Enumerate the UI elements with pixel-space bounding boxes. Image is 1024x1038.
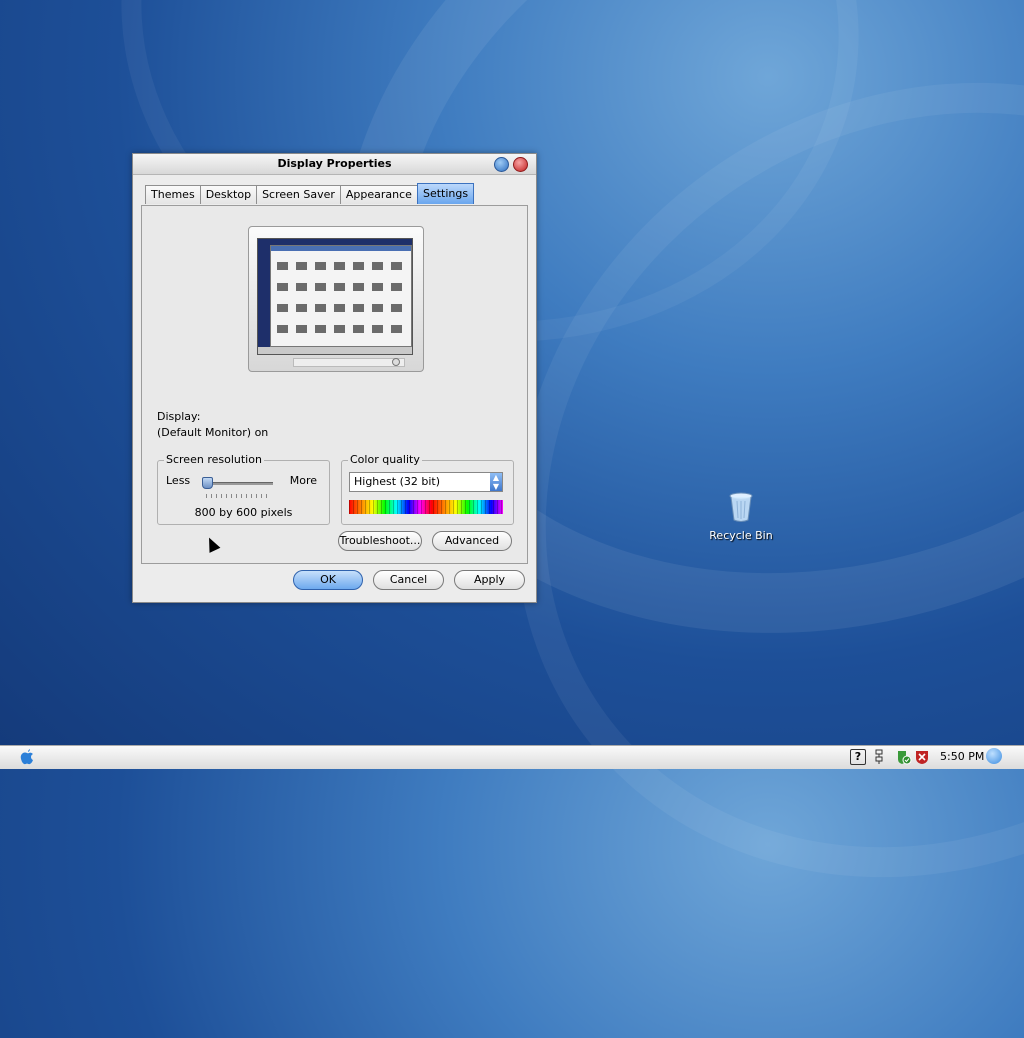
troubleshoot-button[interactable]: Troubleshoot... [338, 531, 422, 551]
preview-thumbnail [334, 262, 345, 270]
preview-thumbnail [315, 304, 326, 312]
preview-thumbnail [315, 262, 326, 270]
resolution-value: 800 by 600 pixels [194, 506, 293, 519]
preview-thumbnail [372, 262, 383, 270]
preview-thumbnail [391, 325, 402, 333]
recycle-bin-label: Recycle Bin [709, 529, 773, 542]
display-info: Display: (Default Monitor) on [157, 409, 268, 441]
preview-thumbnail [334, 283, 345, 291]
alert-shield-icon[interactable] [915, 749, 929, 765]
preview-thumbnail [391, 262, 402, 270]
monitor-base [293, 358, 405, 367]
preview-thumbnail [334, 304, 345, 312]
more-label: More [289, 474, 317, 487]
help-icon[interactable]: ? [850, 749, 866, 765]
cancel-button[interactable]: Cancel [373, 570, 444, 590]
preview-thumbnail [315, 283, 326, 291]
preview-thumbnail [372, 325, 383, 333]
recycle-bin[interactable]: Recycle Bin [706, 492, 776, 542]
advanced-button[interactable]: Advanced [432, 531, 512, 551]
tab-settings[interactable]: Settings [416, 183, 475, 204]
preview-thumbnail [372, 304, 383, 312]
ok-button[interactable]: OK [293, 570, 363, 590]
tab-appearance[interactable]: Appearance [339, 185, 418, 204]
display-value: (Default Monitor) on [157, 426, 269, 439]
recycle-bin-icon [729, 492, 753, 522]
network-icon[interactable] [874, 749, 884, 765]
resolution-slider-handle[interactable] [202, 477, 213, 489]
color-spectrum-bar [349, 500, 503, 514]
apply-button[interactable]: Apply [454, 570, 525, 590]
apple-menu-icon[interactable] [19, 748, 35, 765]
tab-screen-saver[interactable]: Screen Saver [256, 185, 341, 204]
tab-themes[interactable]: Themes [145, 185, 201, 204]
preview-thumbnail [353, 283, 364, 291]
preview-thumbnail [353, 304, 364, 312]
tab-desktop[interactable]: Desktop [199, 185, 258, 204]
preview-thumbnail [353, 325, 364, 333]
settings-panel: Display: (Default Monitor) on Screen res… [141, 205, 528, 564]
preview-thumbnail [296, 304, 307, 312]
less-label: Less [166, 474, 191, 487]
preview-taskbar [258, 347, 412, 354]
taskbar: ? 5:50 PM [0, 745, 1024, 769]
minimize-icon[interactable] [494, 157, 509, 172]
color-quality-group: Color quality Highest (32 bit) ▲ ▼ [341, 453, 514, 525]
preview-thumbnail [296, 262, 307, 270]
spotlight-search-icon[interactable] [986, 748, 1002, 764]
preview-thumbnail [277, 325, 288, 333]
preview-thumbnail [277, 262, 288, 270]
preview-thumbnail [334, 325, 345, 333]
monitor-preview [248, 226, 424, 372]
security-shield-icon[interactable] [896, 749, 912, 765]
preview-thumbnail [296, 283, 307, 291]
color-quality-value: Highest (32 bit) [354, 475, 441, 488]
preview-thumbnail [277, 304, 288, 312]
color-quality-select[interactable]: Highest (32 bit) ▲ ▼ [349, 472, 503, 492]
display-properties-window: Display Properties Themes Desktop Screen… [132, 153, 537, 603]
slider-ticks [206, 494, 270, 498]
screen-resolution-group: Screen resolution Less More 800 by 600 p… [157, 453, 330, 525]
display-label: Display: [157, 410, 201, 423]
preview-thumbnail [391, 304, 402, 312]
updown-arrow-icon: ▲ ▼ [490, 473, 502, 491]
preview-thumbnail [372, 283, 383, 291]
preview-thumbnail [296, 325, 307, 333]
monitor-screen [257, 238, 413, 355]
resolution-slider-track[interactable] [205, 482, 273, 485]
preview-titlebar [271, 246, 411, 251]
screen-resolution-legend: Screen resolution [164, 453, 264, 466]
preview-thumbnail [353, 262, 364, 270]
close-icon[interactable] [513, 157, 528, 172]
window-title: Display Properties [277, 157, 392, 170]
tab-strip: Themes Desktop Screen Saver Appearance S… [145, 183, 475, 205]
preview-thumbnail [277, 283, 288, 291]
color-quality-legend: Color quality [348, 453, 422, 466]
monitor-power-icon [392, 358, 400, 366]
preview-window [270, 245, 412, 347]
preview-thumbnail [315, 325, 326, 333]
preview-thumbnail [391, 283, 402, 291]
clock[interactable]: 5:50 PM [940, 750, 984, 763]
title-bar[interactable]: Display Properties [133, 154, 536, 175]
